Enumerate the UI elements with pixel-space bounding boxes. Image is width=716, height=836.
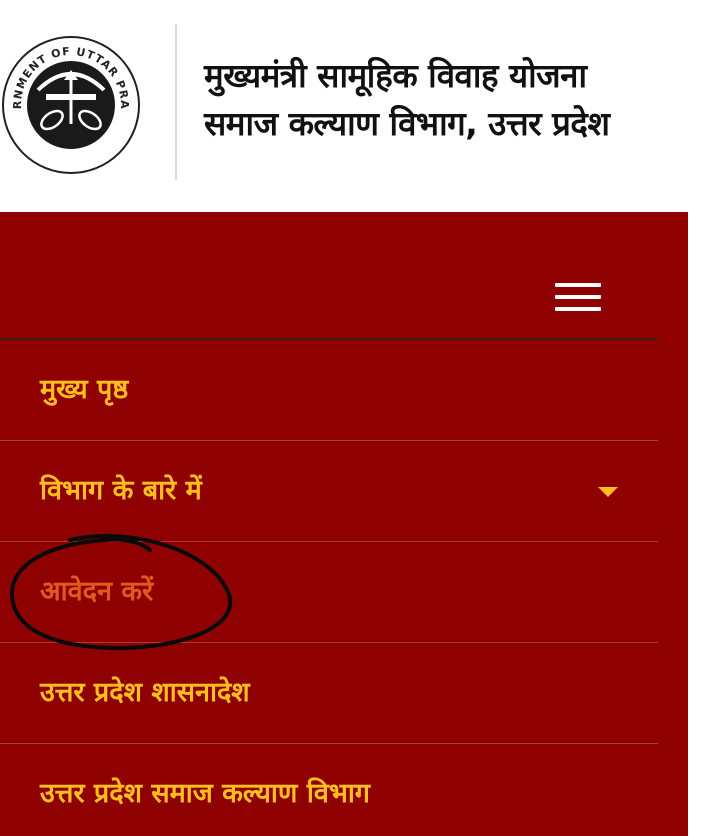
site-title[interactable]: मुख्यमंत्री सामूहिक विवाह योजना समाज कल्… bbox=[204, 52, 610, 148]
page: GOVERNMENT OF UTTAR PRADESH मुख्यमंत्री … bbox=[0, 0, 716, 836]
site-title-line1: मुख्यमंत्री सामूहिक विवाह योजना bbox=[204, 56, 587, 95]
nav-menu-list: मुख्य पृष्ठ विभाग के बारे में आवेदन करें… bbox=[0, 340, 658, 836]
site-title-line2: समाज कल्याण विभाग, उत्तर प्रदेश bbox=[204, 104, 610, 143]
nav-item-label: विभाग के बारे में bbox=[40, 475, 202, 506]
site-header: GOVERNMENT OF UTTAR PRADESH मुख्यमंत्री … bbox=[0, 0, 716, 212]
nav-item-label: उत्तर प्रदेश समाज कल्याण विभाग bbox=[40, 778, 371, 809]
nav-item-label: उत्तर प्रदेश शासनादेश bbox=[40, 677, 250, 708]
caret-down-icon[interactable] bbox=[598, 487, 618, 497]
hamburger-bar bbox=[555, 307, 601, 311]
hamburger-menu-icon[interactable] bbox=[555, 280, 603, 314]
nav-item-government-orders[interactable]: उत्तर प्रदेश शासनादेश bbox=[0, 643, 658, 744]
nav-item-apply[interactable]: आवेदन करें bbox=[0, 542, 658, 643]
up-government-emblem-icon[interactable]: GOVERNMENT OF UTTAR PRADESH bbox=[0, 28, 142, 178]
nav-toggle-row bbox=[0, 212, 658, 340]
hamburger-bar bbox=[555, 283, 601, 287]
right-gutter bbox=[688, 212, 716, 836]
nav-item-label: मुख्य पृष्ठ bbox=[40, 374, 129, 405]
header-divider bbox=[175, 24, 177, 180]
nav-menu-panel: मुख्य पृष्ठ विभाग के बारे में आवेदन करें… bbox=[0, 212, 688, 836]
hamburger-bar bbox=[555, 295, 601, 299]
nav-item-home[interactable]: मुख्य पृष्ठ bbox=[0, 340, 658, 441]
nav-item-social-welfare-department[interactable]: उत्तर प्रदेश समाज कल्याण विभाग bbox=[0, 744, 658, 836]
nav-item-label: आवेदन करें bbox=[40, 576, 154, 607]
nav-item-about-department[interactable]: विभाग के बारे में bbox=[0, 441, 658, 542]
